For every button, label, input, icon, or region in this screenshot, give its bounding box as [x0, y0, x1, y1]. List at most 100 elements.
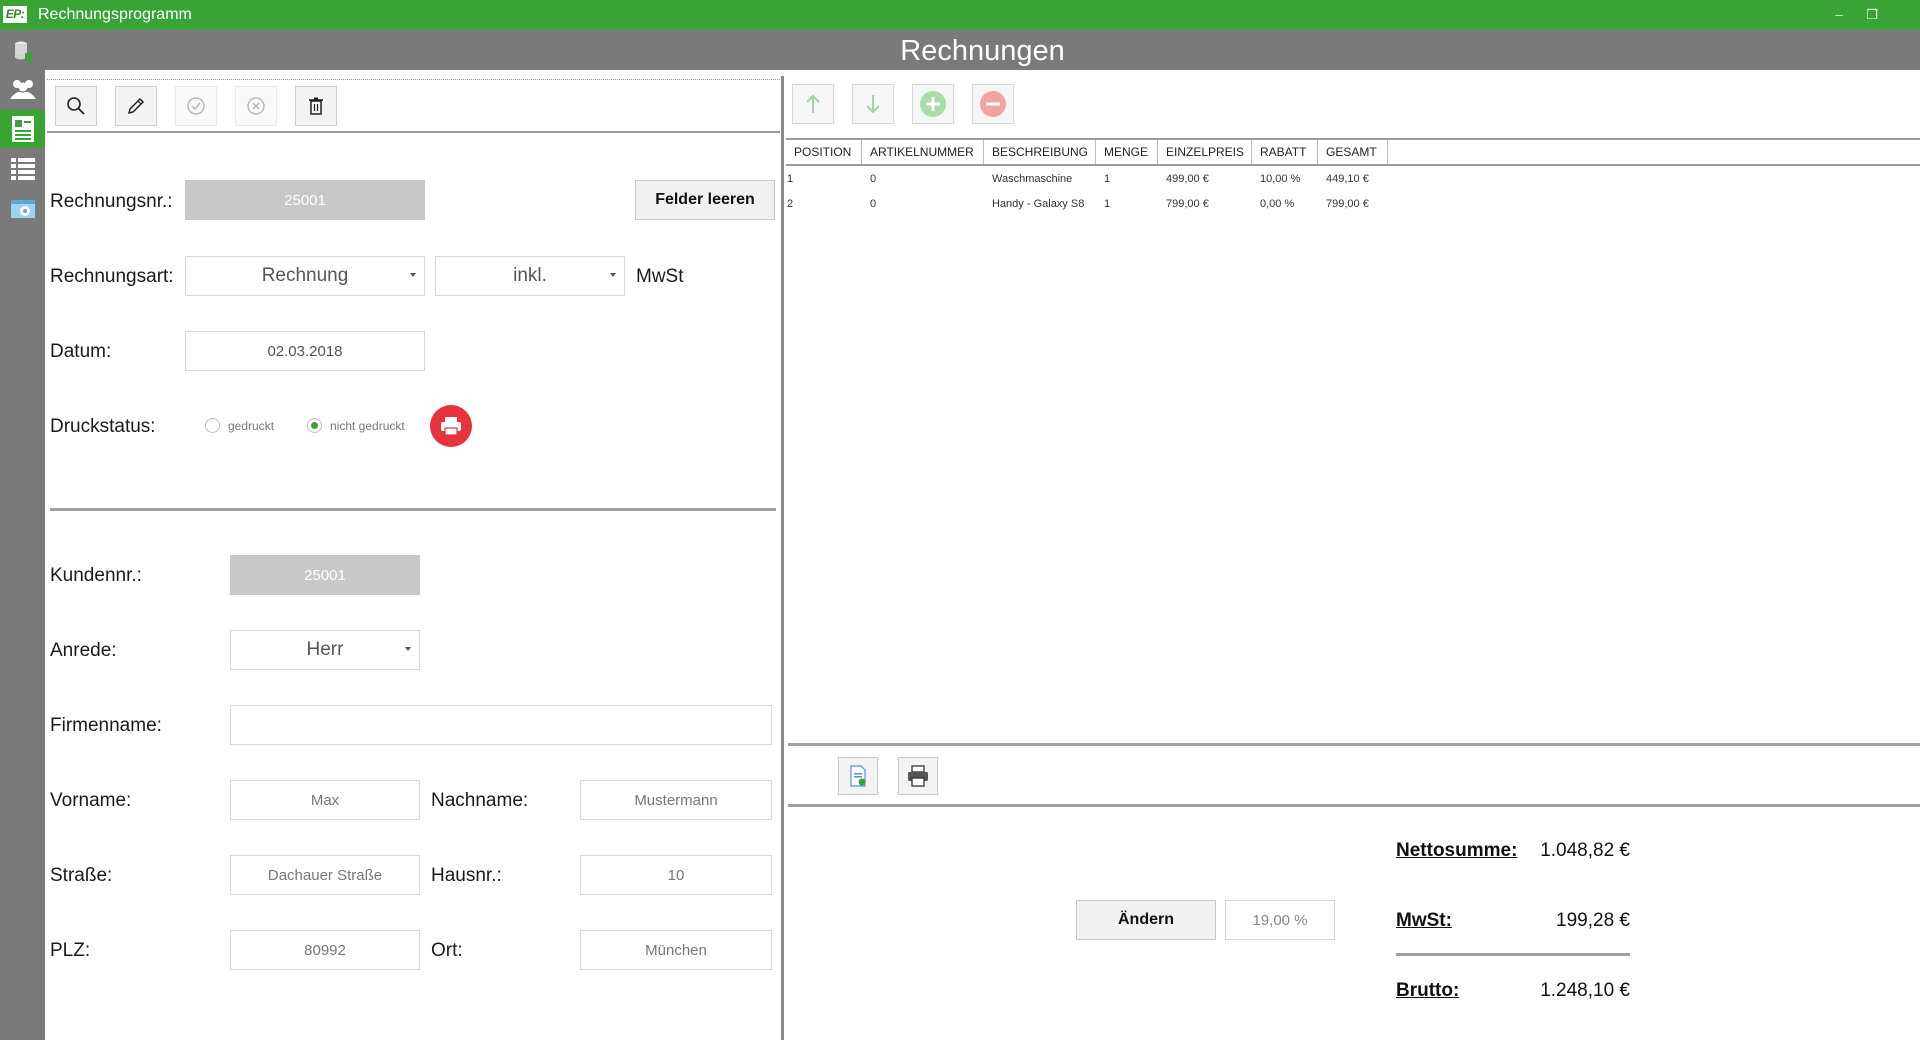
col-total[interactable]: GESAMT — [1318, 140, 1388, 164]
invoice-icon — [11, 116, 34, 142]
radio-dot — [311, 422, 318, 429]
zip-field[interactable]: 80992 — [230, 930, 420, 970]
col-unit-price[interactable]: EINZELPREIS — [1158, 140, 1252, 164]
table-cell: 10,00 % — [1260, 173, 1301, 185]
table-header: POSITION ARTIKELNUMMER BESCHREIBUNG MENG… — [786, 138, 1920, 166]
invoice-type-select[interactable]: Rechnung — [185, 256, 425, 296]
radio-circle — [205, 418, 220, 433]
app-logo: EP: — [3, 6, 27, 23]
table-row[interactable]: 1 0 Waschmaschine 1 499,00 € 10,00 % 449,10 € — [786, 172, 1920, 197]
edit-button[interactable] — [115, 86, 157, 126]
invoice-number-field: 25001 — [185, 180, 425, 220]
move-down-button[interactable] — [852, 84, 894, 124]
street-field[interactable]: Dachauer Straße — [230, 855, 420, 895]
col-article-number[interactable]: ARTIKELNUMMER — [862, 140, 984, 164]
col-discount[interactable]: RABATT — [1252, 140, 1318, 164]
vat-rate-field[interactable]: 19,00 % — [1225, 900, 1335, 940]
totals-divider — [1396, 953, 1630, 956]
database-icon — [14, 41, 32, 61]
col-position[interactable]: POSITION — [786, 140, 862, 164]
company-label: Firmenname: — [50, 715, 162, 736]
print-invoice-button[interactable] — [898, 757, 938, 795]
salutation-select[interactable]: Herr — [230, 630, 420, 670]
rail-item-customers[interactable] — [0, 70, 45, 108]
table-cell: 0 — [870, 198, 877, 210]
radio-printed[interactable]: gedruckt — [205, 418, 274, 433]
table-cell: 449,10 € — [1326, 173, 1369, 185]
panel-divider — [781, 76, 784, 1040]
search-button[interactable] — [55, 86, 97, 126]
invoice-type-value: Rechnung — [261, 265, 349, 286]
arrow-up-icon — [806, 94, 820, 113]
vat-value: 199,28 € — [1556, 910, 1630, 931]
tax-mode-value: inkl. — [513, 265, 547, 286]
rail-item-invoices[interactable] — [0, 110, 45, 148]
actions-divider — [788, 804, 1920, 807]
invoice-number-label: Rechnungsnr.: — [50, 191, 173, 212]
firstname-label: Vorname: — [50, 790, 132, 811]
radio-not-printed[interactable]: nicht gedruckt — [307, 418, 405, 433]
printer-icon — [441, 417, 461, 436]
rail-item-database[interactable] — [0, 32, 45, 70]
customer-number-label: Kundennr.: — [50, 565, 142, 586]
vat-label: MwSt: — [1396, 910, 1452, 931]
delete-button[interactable] — [295, 86, 337, 126]
firstname-field[interactable]: Max — [230, 780, 420, 820]
city-field[interactable]: München — [580, 930, 772, 970]
confirm-button[interactable] — [175, 86, 217, 126]
nav-rail — [0, 30, 45, 1040]
lastname-label: Nachname: — [431, 790, 529, 811]
radio-printed-label: gedruckt — [228, 418, 275, 433]
lastname-field[interactable]: Mustermann — [580, 780, 772, 820]
list-icon — [10, 158, 35, 180]
house-number-field[interactable]: 10 — [580, 855, 772, 895]
remove-circle-icon — [980, 91, 1006, 117]
minimize-button[interactable]: – — [1828, 5, 1850, 25]
table-cell: 0 — [870, 173, 877, 185]
arrow-down-icon — [866, 95, 880, 114]
users-icon — [9, 80, 36, 99]
search-icon — [67, 97, 85, 115]
rail-item-articles[interactable] — [0, 150, 45, 188]
window-title: Rechnungsprogramm — [38, 6, 192, 23]
table-cell: 499,00 € — [1166, 173, 1209, 185]
trash-icon — [309, 97, 323, 115]
add-position-button[interactable] — [912, 84, 954, 124]
table-row[interactable]: 2 0 Handy - Galaxy S8 1 799,00 € 0,00 % 799,00… — [786, 197, 1920, 222]
table-cell: 1 — [1104, 198, 1111, 210]
cancel-button[interactable] — [235, 86, 277, 126]
invoice-toolbar — [47, 79, 780, 133]
table-cell: 1 — [787, 173, 794, 185]
print-status-label: Druckstatus: — [50, 416, 156, 437]
print-status-button[interactable] — [430, 405, 472, 447]
restore-button[interactable]: ❐ — [1861, 5, 1883, 25]
net-total-value: 1.048,82 € — [1540, 840, 1630, 861]
salutation-value: Herr — [306, 639, 344, 660]
salutation-label: Anrede: — [50, 640, 117, 661]
col-quantity[interactable]: MENGE — [1096, 140, 1158, 164]
city-label: Ort: — [431, 940, 463, 961]
x-circle-icon — [247, 97, 265, 115]
col-description[interactable]: BESCHREIBUNG — [984, 140, 1096, 164]
date-field[interactable]: 02.03.2018 — [185, 331, 425, 371]
check-circle-icon — [187, 97, 205, 115]
rail-item-settings[interactable] — [0, 190, 45, 228]
chevron-down-icon — [610, 273, 616, 277]
move-up-button[interactable] — [792, 84, 834, 124]
table-cell: 1 — [1104, 173, 1111, 185]
pdf-export-button[interactable] — [838, 757, 878, 795]
gross-total-value: 1.248,10 € — [1540, 980, 1630, 1001]
remove-position-button[interactable] — [972, 84, 1014, 124]
table-footer-divider — [788, 743, 1920, 746]
tax-suffix-label: MwSt — [636, 266, 684, 287]
zip-label: PLZ: — [50, 940, 91, 961]
page-header: Rechnungen — [45, 30, 1920, 70]
table-cell: 0,00 % — [1260, 198, 1295, 210]
change-vat-button[interactable]: Ändern — [1076, 900, 1216, 940]
table-cell: 799,00 € — [1166, 198, 1209, 210]
tax-mode-select[interactable]: inkl. — [435, 256, 625, 296]
company-field[interactable] — [230, 705, 772, 745]
clear-fields-button[interactable]: Felder leeren — [635, 180, 775, 220]
gross-total-label: Brutto: — [1396, 980, 1460, 1001]
radio-not-printed-label: nicht gedruckt — [330, 418, 405, 433]
